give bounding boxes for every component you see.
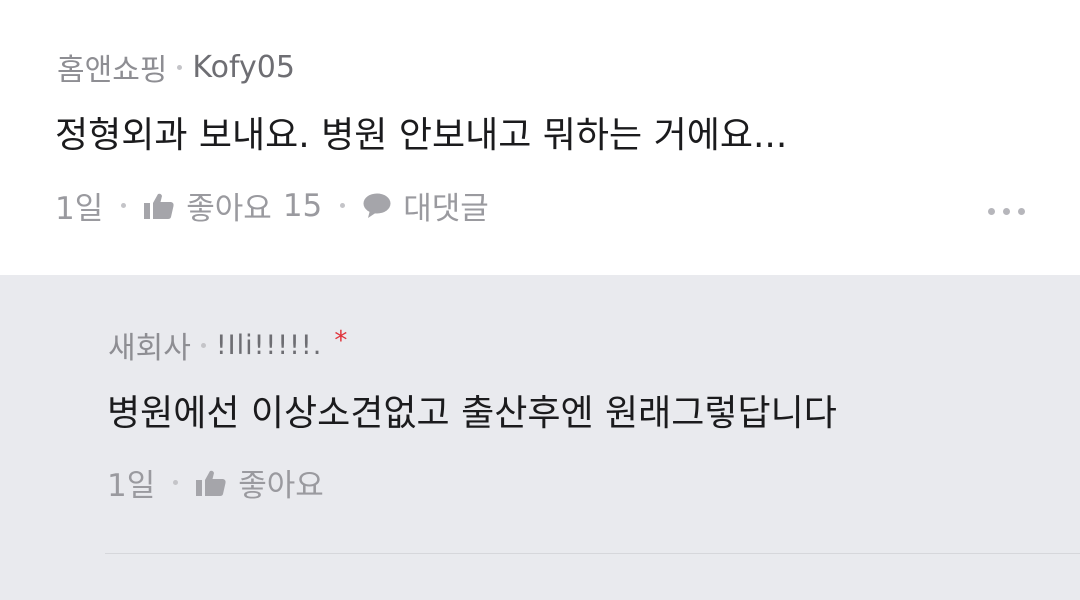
separator-dot — [200, 342, 206, 348]
comment-meta-row: 1일 좋아요 15 대댓글 — [55, 183, 489, 228]
separator-dot — [177, 64, 183, 70]
comment-like-label: 좋아요 — [186, 191, 272, 227]
author-mark: * — [334, 326, 348, 356]
thumbs-up-icon — [196, 470, 226, 496]
more-horizontal-icon — [1003, 208, 1010, 215]
reply-time: 1일 — [107, 468, 156, 504]
more-horizontal-icon — [988, 208, 995, 215]
comment-reply-button[interactable]: 대댓글 — [363, 183, 489, 228]
reply-author-category[interactable]: 새회사 — [108, 323, 191, 367]
reply-like-label: 좋아요 — [238, 468, 324, 504]
more-options-button[interactable] — [988, 208, 1025, 215]
reply-author-row: 새회사 !Ili!!!!!. * — [108, 323, 347, 367]
more-horizontal-icon — [1018, 208, 1025, 215]
divider — [105, 553, 1080, 554]
reply-card: 새회사 !Ili!!!!!. * 병원에선 이상소견없고 출산후엔 원래그렇답니… — [0, 275, 1080, 600]
reply-like-button[interactable]: 좋아요 — [196, 460, 324, 505]
comment-author-row: 홈앤쇼핑 Kofy05 — [57, 45, 295, 89]
comment-reply-label: 대댓글 — [403, 191, 489, 227]
reply-text: 병원에선 이상소견없고 출산후엔 원래그렇답니다 — [107, 393, 837, 434]
comment-like-count: 15 — [282, 187, 323, 224]
thumbs-up-icon — [144, 193, 174, 219]
speech-bubble-icon — [363, 193, 391, 219]
reply-author-nickname[interactable]: !Ili!!!!!. — [216, 330, 323, 361]
separator-dot — [121, 203, 127, 208]
comment-text: 정형외과 보내요. 병원 안보내고 뭐하는 거에요... — [55, 115, 788, 156]
comment-time: 1일 — [55, 191, 104, 227]
separator-dot — [340, 203, 346, 208]
comment-author-nickname[interactable]: Kofy05 — [192, 50, 295, 85]
comment-card: 홈앤쇼핑 Kofy05 정형외과 보내요. 병원 안보내고 뭐하는 거에요...… — [0, 0, 1080, 275]
comment-like-button[interactable]: 좋아요 15 — [144, 183, 322, 228]
comment-author-category[interactable]: 홈앤쇼핑 — [57, 45, 167, 89]
reply-meta-row: 1일 좋아요 — [107, 460, 324, 505]
separator-dot — [173, 480, 179, 485]
